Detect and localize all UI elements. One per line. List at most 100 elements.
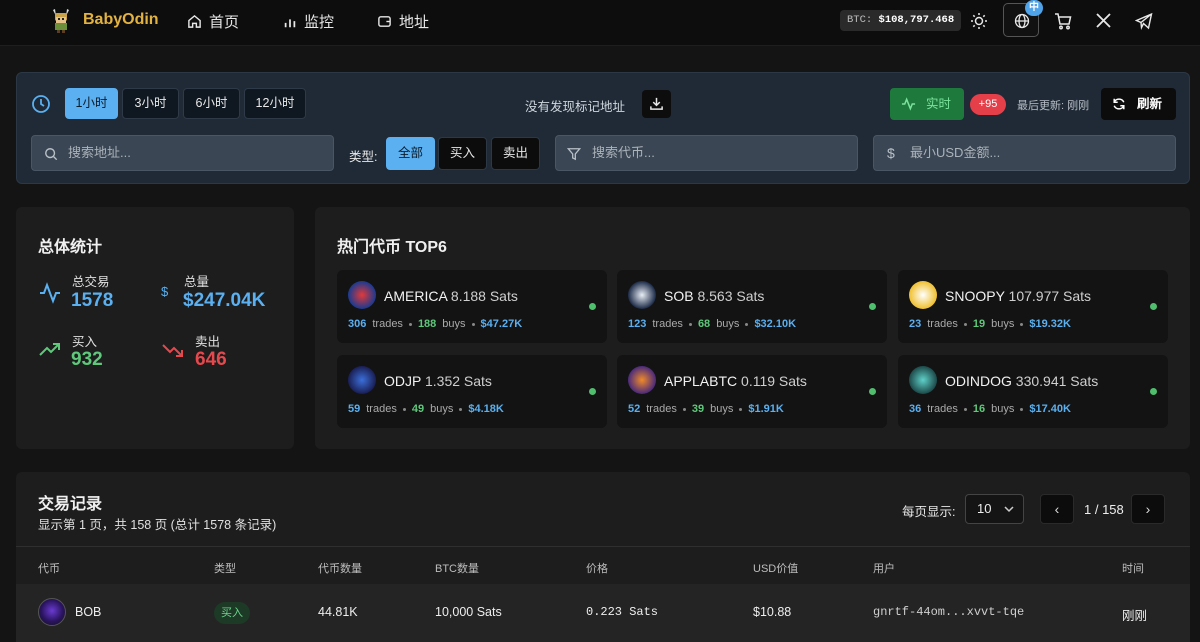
token-volume: $4.18K — [468, 403, 504, 415]
new-count-badge: +95 — [970, 94, 1006, 115]
hot-token-card[interactable]: SOB 8.563 Sats 123 trades 68 buys $32.10K — [617, 270, 887, 343]
token-price: 330.941 Sats — [1015, 373, 1099, 389]
btc-price-badge: BTC: $108,797.468 — [840, 10, 962, 31]
stats-title: 总体统计 — [38, 239, 103, 256]
col-price: 价格 — [586, 563, 608, 575]
token-name: ODINDOG — [945, 373, 1012, 389]
refresh-label: 刷新 — [1137, 97, 1163, 111]
min-usd-input[interactable]: $ 最小USD金额... — [873, 135, 1176, 171]
nav-monitor-label: 监控 — [304, 14, 335, 31]
cart-icon[interactable] — [1054, 12, 1072, 30]
separator-dot — [682, 407, 686, 411]
token-buys: 19 — [972, 318, 986, 330]
trending-down-icon — [161, 342, 185, 366]
sells-label: 卖出 — [195, 335, 221, 349]
separator-dot — [471, 322, 475, 326]
x-twitter-icon[interactable] — [1095, 12, 1113, 30]
token-stats: 36 trades 16 buys $17.40K — [909, 403, 1071, 415]
search-icon — [45, 148, 58, 161]
search-token-input[interactable]: 搜索代币... — [555, 135, 858, 171]
time-3h-button[interactable]: 3小时 — [122, 88, 179, 119]
hot-token-card[interactable]: ODINDOG 330.941 Sats 36 trades 16 buys $17.40… — [898, 355, 1168, 428]
separator-dot — [745, 322, 749, 326]
token-trades: 306 — [348, 318, 367, 330]
top-nav: BabyOdin 首页 监控 地址 BTC: $108,797.468 中 — [0, 0, 1200, 46]
row-token[interactable]: BOB — [75, 605, 101, 619]
row-time: 刚刚 — [1122, 609, 1148, 623]
type-buy-button[interactable]: 买入 — [438, 137, 487, 170]
no-marked-address-text: 没有发现标记地址 — [525, 100, 626, 114]
hot-token-card[interactable]: APPLABTC 0.119 Sats 52 trades 39 buys $1.91K — [617, 355, 887, 428]
refresh-button[interactable]: 刷新 — [1101, 88, 1176, 120]
time-6h-button[interactable]: 6小时 — [183, 88, 240, 119]
wallet-icon — [378, 16, 391, 27]
separator-dot — [408, 322, 412, 326]
per-page-select[interactable]: 10 — [965, 494, 1024, 524]
next-page-button[interactable]: › — [1131, 494, 1165, 524]
realtime-button[interactable]: 实时 — [890, 88, 964, 120]
live-status-dot — [589, 388, 596, 395]
col-usd: USD价值 — [753, 563, 799, 575]
activity-icon — [901, 97, 916, 111]
token-icon — [628, 366, 656, 394]
hot-token-card[interactable]: AMERICA 8.188 Sats 306 trades 188 buys $47.27… — [337, 270, 607, 343]
nav-monitor[interactable]: 监控 — [283, 11, 334, 32]
token-icon — [348, 281, 376, 309]
table-header: 代币 类型 代币数量 BTC数量 价格 USD价值 用户 时间 — [16, 546, 1190, 584]
total-volume-value: $247.04K — [183, 290, 266, 311]
buys-word: buys — [442, 318, 466, 330]
col-user: 用户 — [873, 563, 895, 575]
theme-toggle-sun-icon[interactable] — [970, 12, 988, 30]
babyodin-logo-icon[interactable] — [50, 7, 72, 33]
row-usd: $10.88 — [753, 605, 792, 619]
trades-subtitle: 显示第 1 页，共 158 页 (总计 1578 条记录) — [38, 518, 277, 532]
hot-token-card[interactable]: ODJP 1.352 Sats 59 trades 49 buys $4.18K — [337, 355, 607, 428]
token-name-price: ODJP 1.352 Sats — [384, 373, 492, 389]
token-stats: 52 trades 39 buys $1.91K — [628, 403, 784, 415]
buys-word: buys — [430, 403, 454, 415]
brand-name[interactable]: BabyOdin — [83, 11, 159, 29]
token-name-price: SNOOPY 107.977 Sats — [945, 288, 1091, 304]
btc-price: $108,797.468 — [878, 14, 955, 26]
col-btc: BTC数量 — [435, 563, 479, 575]
row-price: 0.223 Sats — [586, 605, 659, 619]
row-user[interactable]: gnrtf-44om...xvvt-tqe — [873, 605, 1024, 619]
nav-address[interactable]: 地址 — [377, 11, 429, 32]
token-name: SOB — [664, 288, 694, 304]
type-all-button[interactable]: 全部 — [386, 137, 435, 170]
globe-icon — [1014, 13, 1030, 29]
type-sell-button[interactable]: 卖出 — [491, 137, 540, 170]
trades-word: trades — [927, 403, 958, 415]
hot-token-card[interactable]: SNOOPY 107.977 Sats 23 trades 19 buys $19.32K — [898, 270, 1168, 343]
token-price: 0.119 Sats — [741, 373, 807, 389]
token-name: APPLABTC — [664, 373, 738, 389]
separator-dot — [459, 407, 463, 411]
live-status-dot — [1150, 388, 1157, 395]
prev-page-button[interactable]: ‹ — [1040, 494, 1074, 524]
download-button[interactable] — [642, 90, 671, 118]
token-name: ODJP — [384, 373, 422, 389]
token-icon — [348, 366, 376, 394]
token-icon — [909, 366, 937, 394]
overall-stats-panel: 总体统计 总交易 1578 $ 总量 $247.04K 买入 932 卖出 64… — [16, 207, 294, 449]
token-buys: 39 — [691, 403, 705, 415]
table-row[interactable]: BOB 买入 44.81K 10,000 Sats 0.223 Sats $10… — [16, 584, 1190, 642]
token-stats: 123 trades 68 buys $32.10K — [628, 318, 796, 330]
buys-word: buys — [710, 403, 734, 415]
search-address-input[interactable]: 搜索地址... — [31, 135, 334, 171]
time-1h-button[interactable]: 1小时 — [65, 88, 118, 119]
time-12h-button[interactable]: 12小时 — [244, 88, 306, 119]
live-status-dot — [1150, 303, 1157, 310]
token-name: AMERICA — [384, 288, 448, 304]
token-trades: 36 — [909, 403, 922, 415]
telegram-icon[interactable] — [1135, 12, 1153, 30]
token-name-price: ODINDOG 330.941 Sats — [945, 373, 1098, 389]
nav-home[interactable]: 首页 — [187, 11, 239, 32]
bar-chart-icon — [284, 18, 296, 27]
activity-icon — [38, 281, 62, 305]
row-amount: 44.81K — [318, 605, 358, 619]
token-buys: 49 — [411, 403, 425, 415]
per-page-label: 每页显示: — [902, 505, 956, 519]
token-stats: 306 trades 188 buys $47.27K — [348, 318, 522, 330]
dollar-icon: $ — [161, 284, 169, 299]
